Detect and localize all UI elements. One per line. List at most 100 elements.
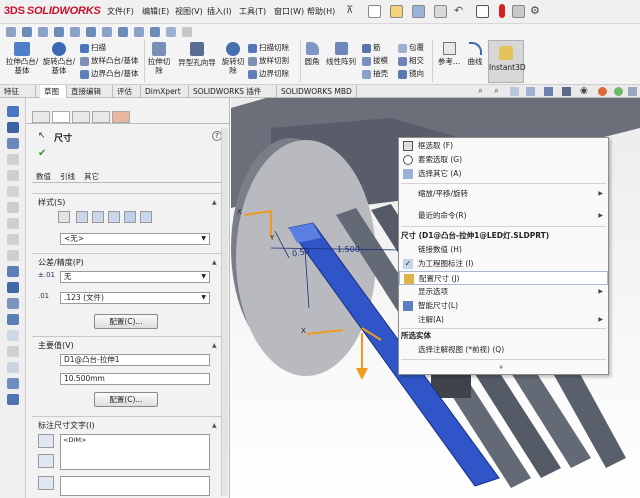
boss-extrude-button[interactable]: 拉伸凸台/基体 [2, 42, 42, 84]
menu-insert[interactable]: 插入(I) [207, 6, 232, 17]
tab-evaluate[interactable]: 评估 [113, 85, 141, 98]
smart-dimension-icon[interactable] [7, 106, 19, 117]
precision-select[interactable]: .123 (文件) ▼ [60, 292, 210, 304]
primary-value-name[interactable]: D1@凸台-拉伸1 [60, 354, 210, 366]
tool-icon[interactable] [7, 154, 19, 165]
open-file-icon[interactable] [390, 5, 403, 18]
tool-icon[interactable] [7, 282, 19, 293]
collapse-icon[interactable]: ▲ [212, 199, 217, 206]
menu-window[interactable]: 窗口(W) [274, 6, 304, 17]
tab-dimxpert[interactable]: DimXpert [141, 85, 189, 98]
dim-text-box[interactable]: <DIM> [60, 434, 210, 470]
tab-addins[interactable]: SOLIDWORKS 插件 [189, 85, 277, 98]
dimxpert-manager-tab[interactable] [92, 111, 110, 123]
menu-select-other[interactable]: 选择其它 (A) [399, 167, 608, 181]
tab-direct-edit[interactable]: 直接编辑 [67, 85, 113, 98]
wrap-button[interactable]: 包覆 [398, 42, 424, 53]
tab-mbd[interactable]: SOLIDWORKS MBD [277, 85, 357, 98]
menu-select-annotation-view[interactable]: 选择注解视图 (*前视) (Q) [399, 343, 608, 357]
delete-style-icon[interactable] [108, 211, 120, 223]
tool-icon[interactable] [7, 202, 19, 213]
menu-mark-for-drawing[interactable]: ✓ 为工程图标注 (I) [399, 257, 608, 271]
previous-view-icon[interactable] [510, 87, 519, 96]
feature-icon[interactable] [166, 27, 176, 37]
feature-icon[interactable] [86, 27, 96, 37]
cut-extrude-button[interactable]: 拉伸切除 [146, 42, 172, 84]
tolerance-type-select[interactable]: 无 ▼ [60, 271, 210, 283]
print-icon[interactable] [434, 5, 447, 18]
zoom-area-icon[interactable]: ⌕ [494, 86, 499, 96]
draft-button[interactable]: 拔模 [362, 55, 388, 66]
subtab-other[interactable]: 其它 [84, 171, 99, 182]
tool-icon[interactable] [7, 186, 19, 197]
tool-icon[interactable] [7, 234, 19, 245]
options-gear-icon[interactable]: ⚙ [530, 4, 540, 17]
view-settings-icon[interactable] [628, 87, 637, 96]
feature-icon[interactable] [70, 27, 80, 37]
tool-icon[interactable] [7, 298, 19, 309]
menu-box-select[interactable]: 框选取 (F) [399, 139, 608, 153]
tool-icon[interactable] [7, 218, 19, 229]
tool-icon[interactable] [7, 138, 19, 149]
feature-icon[interactable] [150, 27, 160, 37]
rib-button[interactable]: 筋 [362, 42, 381, 53]
hole-wizard-button[interactable]: 异型孔向导 [174, 42, 220, 84]
feature-icon[interactable] [102, 27, 112, 37]
pm-scrollbar[interactable] [221, 128, 228, 496]
menu-lasso-select[interactable]: 套索选取 (G) [399, 153, 608, 167]
menu-annotations[interactable]: 注解(A) ▶ [399, 313, 608, 327]
menu-configure-dimension[interactable]: 配置尺寸 (J) [399, 271, 608, 285]
zoom-icon[interactable]: ⌕ [478, 86, 483, 96]
tool-icon[interactable] [7, 394, 19, 405]
feature-manager-tab[interactable] [32, 111, 50, 123]
dim-text-symbol-icon[interactable] [38, 476, 54, 490]
menu-link-values[interactable]: 链接数值 (H) [399, 243, 608, 257]
menu-recent-commands[interactable]: 最近的命令(R) ▶ [399, 209, 608, 223]
load-style-icon[interactable] [140, 211, 152, 223]
menu-expand-more[interactable]: » [399, 360, 608, 374]
style-default-icon[interactable] [58, 211, 70, 223]
curves-button[interactable]: 曲线 [464, 42, 486, 84]
intersect-button[interactable]: 相交 [398, 55, 424, 66]
feature-icon[interactable] [118, 27, 128, 37]
menu-tools[interactable]: 工具(T) [239, 6, 266, 17]
save-style-icon[interactable] [124, 211, 136, 223]
appearance-icon[interactable] [598, 87, 607, 96]
menu-view[interactable]: 视图(V) [175, 6, 203, 17]
ok-check-icon[interactable]: ✔ [38, 148, 46, 159]
cut-revolve-button[interactable]: 旋转切除 [220, 42, 246, 84]
scene-icon[interactable] [614, 87, 623, 96]
display-manager-tab[interactable] [112, 111, 130, 123]
menu-help[interactable]: 帮助(H) [307, 6, 335, 17]
tab-sketch[interactable]: 草图 [40, 85, 67, 98]
lofted-cut-button[interactable]: 放样切割 [248, 55, 289, 66]
dimension-label-2[interactable]: 1.500 [337, 245, 360, 254]
tool-icon[interactable] [7, 314, 19, 325]
hide-show-icon[interactable]: ◉ [580, 86, 588, 96]
primary-config-button[interactable]: 配置(C)... [94, 392, 158, 407]
menu-file[interactable]: 文件(F) [107, 6, 134, 17]
menu-smart-dimension[interactable]: 智能尺寸(L) [399, 299, 608, 313]
shell-button[interactable]: 抽壳 [362, 68, 388, 79]
feature-icon[interactable] [22, 27, 32, 37]
tolerance-config-button[interactable]: 配置(C)... [94, 314, 158, 329]
boundary-boss-button[interactable]: 边界凸台/基体 [80, 68, 139, 79]
view-orientation-icon[interactable] [544, 87, 553, 96]
configuration-manager-tab[interactable] [72, 111, 90, 123]
boundary-cut-button[interactable]: 边界切除 [248, 68, 289, 79]
tool-icon[interactable] [7, 330, 19, 341]
mirror-button[interactable]: 镜向 [398, 68, 424, 79]
dim-text-group-header[interactable]: 标注尺寸文字(I) [38, 420, 95, 431]
section-view-icon[interactable] [526, 87, 535, 96]
feature-icon[interactable] [38, 27, 48, 37]
tool-icon[interactable] [7, 362, 19, 373]
tool-icon[interactable] [7, 378, 19, 389]
tab-features[interactable]: 特征 [0, 85, 36, 98]
undo-icon[interactable]: ↶ [454, 4, 463, 17]
primary-value-group-header[interactable]: 主要值(V) [38, 340, 74, 351]
tool-icon[interactable] [7, 122, 19, 133]
dim-text-link-icon[interactable] [38, 454, 54, 468]
boss-revolve-button[interactable]: 旋转凸台/基体 [42, 42, 76, 84]
menu-zoom-pan-rotate[interactable]: 缩放/平移/旋转 ▶ [399, 187, 608, 201]
menu-edit[interactable]: 编辑(E) [142, 6, 169, 17]
